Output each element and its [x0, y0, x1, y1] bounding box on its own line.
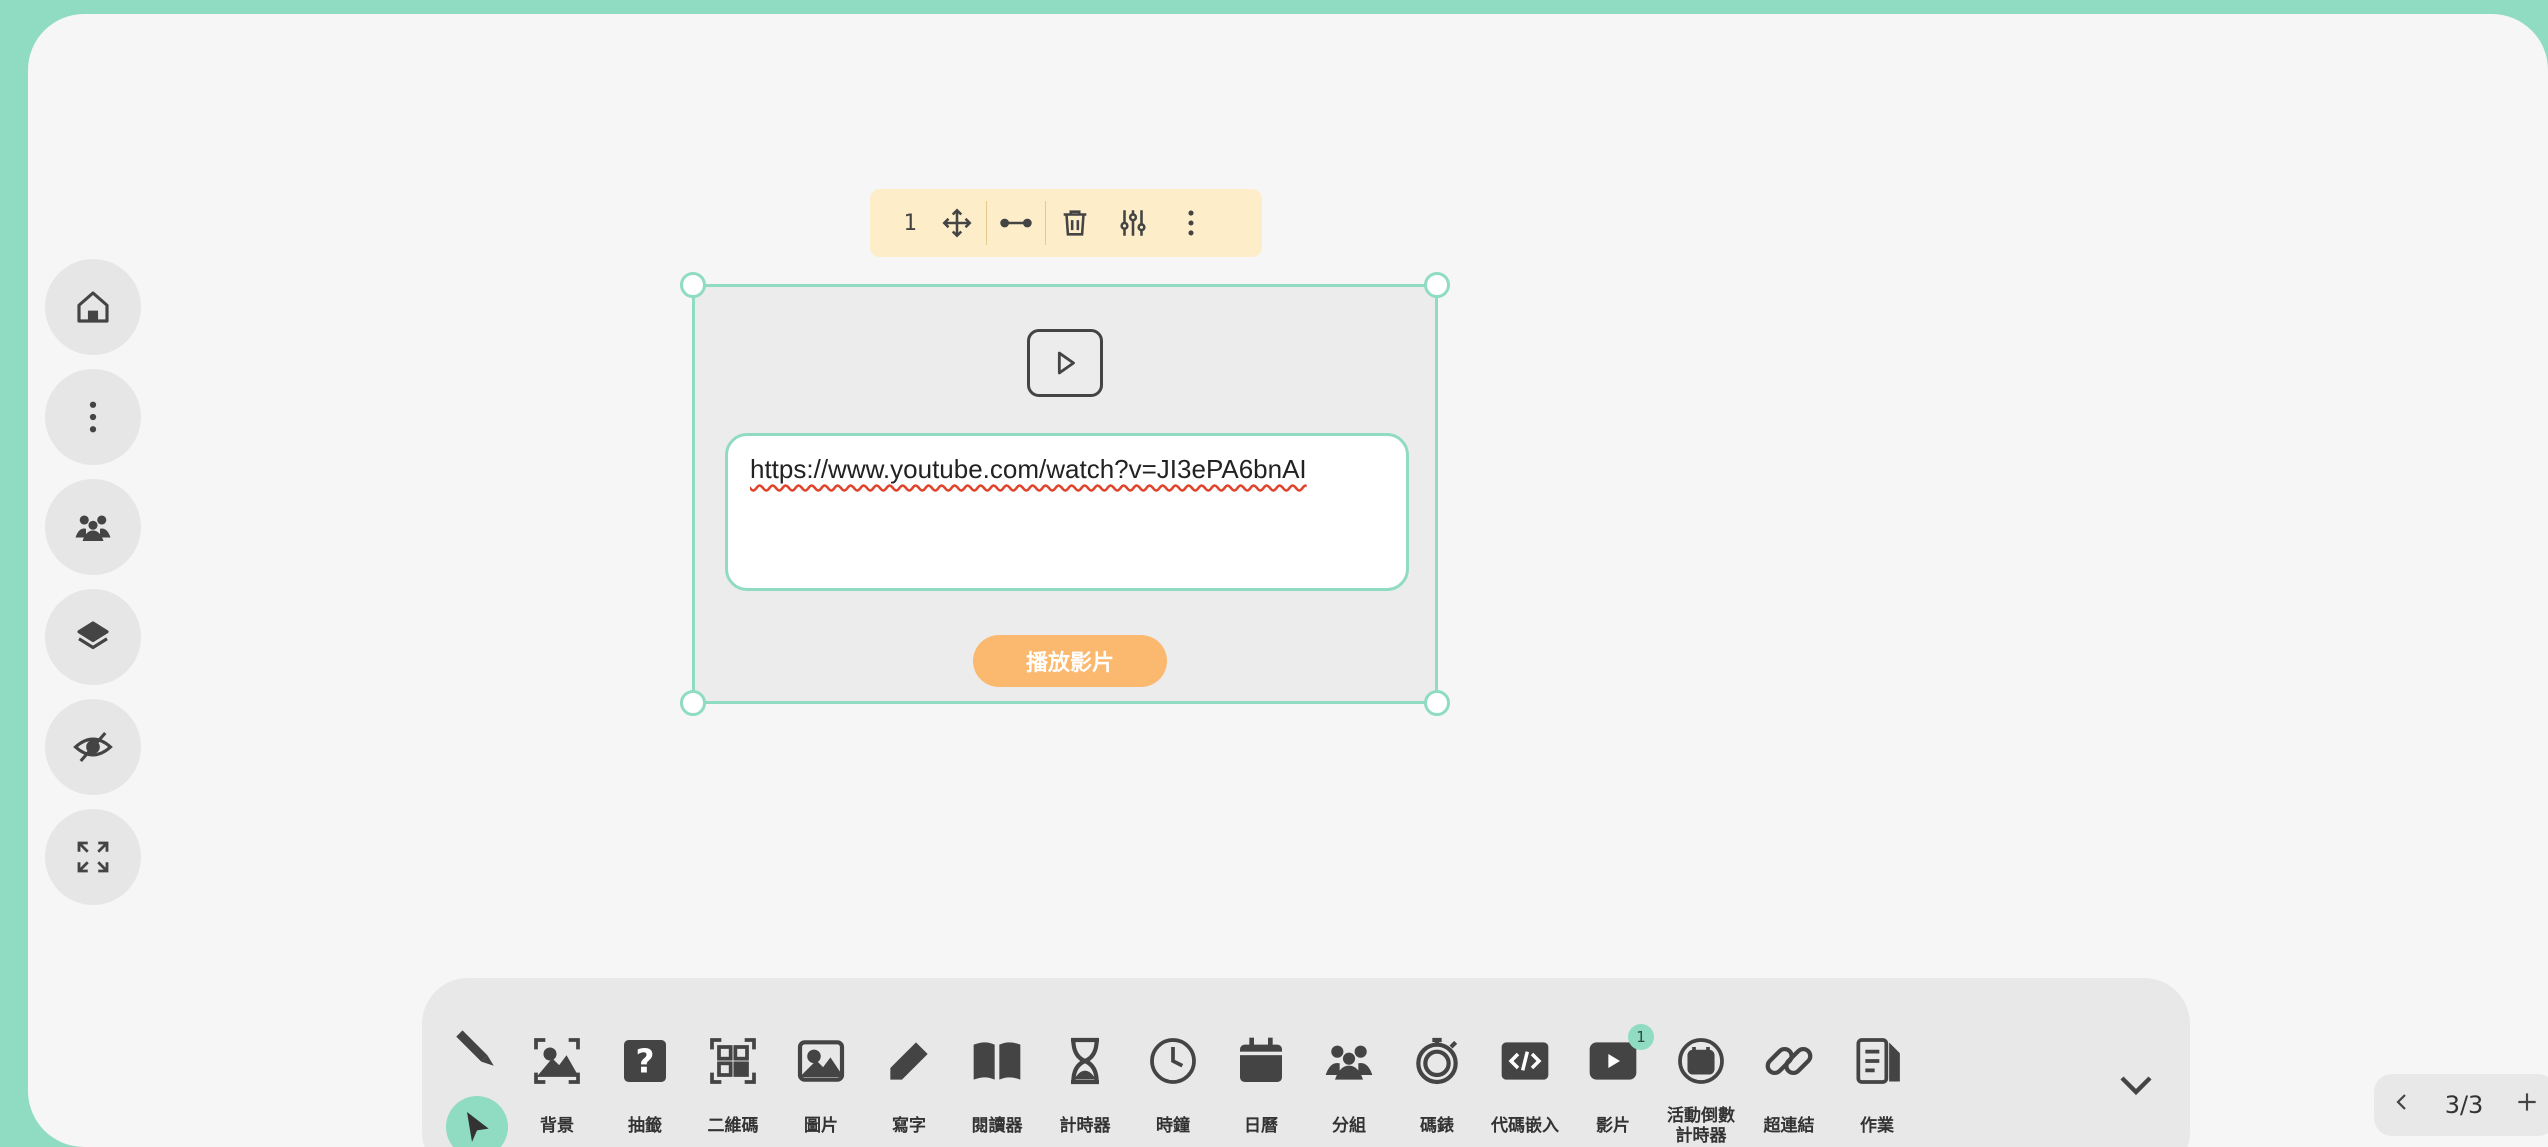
play-icon — [1027, 329, 1103, 397]
select-mode-button[interactable] — [446, 1096, 508, 1147]
cursor-icon — [467, 1112, 489, 1142]
home-icon — [77, 291, 109, 323]
tool-label: 碼錶 — [1420, 1116, 1454, 1136]
tool-label: 圖片 — [804, 1116, 838, 1136]
tool-calendar[interactable]: 日曆 — [1218, 1030, 1304, 1136]
resize-handle-top-right[interactable] — [1424, 272, 1450, 298]
tool-label: 超連結 — [1763, 1116, 1815, 1136]
settings-sliders-icon — [1120, 210, 1146, 236]
qr-code-icon — [710, 1038, 756, 1084]
tool-label: 分組 — [1332, 1116, 1366, 1136]
plus-icon — [2518, 1093, 2536, 1111]
hourglass-icon — [1071, 1037, 1099, 1085]
tool-label: 抽籤 — [628, 1116, 662, 1136]
people-icon — [75, 515, 111, 541]
tool-label: 代碼嵌入 — [1491, 1116, 1559, 1136]
tool-grouping[interactable]: 分組 — [1306, 1030, 1392, 1136]
resize-handle-bottom-left[interactable] — [680, 690, 706, 716]
tool-timer[interactable]: 計時器 — [1042, 1030, 1128, 1136]
tool-background[interactable]: 背景 — [514, 1030, 600, 1136]
tool-hyperlink[interactable]: 超連結 — [1746, 1030, 1832, 1136]
tool-image[interactable]: 圖片 — [778, 1030, 864, 1136]
more-options-button[interactable] — [1162, 189, 1220, 257]
page-navigator: 3/3 — [2374, 1074, 2548, 1136]
move-icon — [942, 208, 972, 238]
tool-clock[interactable]: 時鐘 — [1130, 1030, 1216, 1136]
homework-icon — [1856, 1038, 1900, 1084]
add-page-button[interactable] — [2514, 1089, 2540, 1121]
stopwatch-icon — [1416, 1037, 1458, 1085]
width-icon — [1000, 218, 1032, 228]
app-frame: 1 https://www.youtube.com/watch?v=JI3ePA… — [0, 0, 2548, 1147]
tool-label: 寫字 — [892, 1116, 926, 1136]
groups-button[interactable] — [45, 479, 141, 575]
whiteboard-canvas[interactable]: 1 https://www.youtube.com/watch?v=JI3ePA… — [28, 14, 2548, 1147]
tool-label: 二維碼 — [707, 1116, 759, 1136]
tool-qr-code[interactable]: 二維碼 — [690, 1030, 776, 1136]
element-toolbar: 1 — [870, 189, 1262, 257]
move-button[interactable] — [928, 189, 986, 257]
chevron-left-icon — [2396, 1094, 2406, 1110]
resize-handle-top-left[interactable] — [680, 272, 706, 298]
eye-off-icon — [73, 731, 113, 763]
tool-reader[interactable]: 閱讀器 — [954, 1030, 1040, 1136]
page-indicator: 3/3 — [2444, 1091, 2484, 1119]
book-icon — [973, 1042, 1021, 1080]
delete-icon — [1063, 210, 1087, 236]
tool-write[interactable]: 寫字 — [866, 1030, 952, 1136]
marker-icon — [456, 1030, 494, 1066]
tool-dock: 背景 ? 抽籤 二維碼 圖片 寫字 閱讀器 計時器 時鐘 日曆 分組 碼錶 代碼… — [422, 978, 2190, 1147]
tool-label: 計時器 — [1059, 1116, 1111, 1136]
expand-dock-button[interactable] — [2112, 1060, 2164, 1104]
resize-handle-bottom-right[interactable] — [1424, 690, 1450, 716]
image-icon — [797, 1040, 845, 1082]
svg-text:?: ? — [636, 1043, 655, 1081]
video-widget[interactable]: https://www.youtube.com/watch?v=JI3ePA6b… — [680, 272, 1450, 716]
width-button[interactable] — [987, 189, 1045, 257]
tool-label: 日曆 — [1244, 1116, 1278, 1136]
tool-homework[interactable]: 作業 — [1834, 1030, 1920, 1136]
home-button[interactable] — [45, 259, 141, 355]
pen-mode-button[interactable] — [450, 1022, 510, 1076]
group-icon — [1325, 1045, 1373, 1080]
tool-code-embed[interactable]: 代碼嵌入 — [1482, 1030, 1568, 1136]
video-count-badge: 1 — [1628, 1024, 1654, 1050]
more-vertical-icon — [89, 401, 97, 433]
tool-stopwatch[interactable]: 碼錶 — [1394, 1030, 1480, 1136]
chevron-down-icon — [2120, 1076, 2152, 1096]
tool-draw-lots[interactable]: ? 抽籤 — [602, 1030, 688, 1136]
settings-button[interactable] — [1104, 189, 1162, 257]
hide-button[interactable] — [45, 699, 141, 795]
play-video-button[interactable]: 播放影片 — [973, 635, 1167, 687]
pencil-icon — [890, 1042, 928, 1080]
tool-label: 背景 — [540, 1116, 574, 1136]
layers-icon — [77, 621, 109, 650]
background-image-icon — [534, 1038, 580, 1084]
fullscreen-button[interactable] — [45, 809, 141, 905]
layers-button[interactable] — [45, 589, 141, 685]
more-vertical-icon — [1188, 210, 1194, 236]
tool-activity-countdown[interactable]: 活動倒數 計時器 — [1658, 1030, 1744, 1146]
countdown-icon — [1678, 1038, 1724, 1084]
more-menu-button[interactable] — [45, 369, 141, 465]
video-url-input[interactable]: https://www.youtube.com/watch?v=JI3ePA6b… — [725, 433, 1409, 591]
tool-label: 作業 — [1860, 1116, 1894, 1136]
delete-button[interactable] — [1046, 189, 1104, 257]
link-icon — [1765, 1046, 1813, 1076]
tool-label: 影片 — [1596, 1116, 1630, 1136]
clock-icon — [1150, 1038, 1196, 1084]
fullscreen-icon — [77, 841, 109, 873]
tool-label: 閱讀器 — [971, 1116, 1023, 1136]
layer-order[interactable]: 1 — [892, 211, 928, 236]
tool-video[interactable]: 1 影片 — [1570, 1024, 1656, 1136]
code-embed-icon — [1501, 1042, 1549, 1080]
tool-label: 活動倒數 計時器 — [1667, 1106, 1735, 1146]
prev-page-button[interactable] — [2390, 1090, 2414, 1120]
question-card-icon: ? — [624, 1040, 666, 1082]
calendar-icon — [1240, 1037, 1282, 1082]
tool-label: 時鐘 — [1156, 1116, 1190, 1136]
